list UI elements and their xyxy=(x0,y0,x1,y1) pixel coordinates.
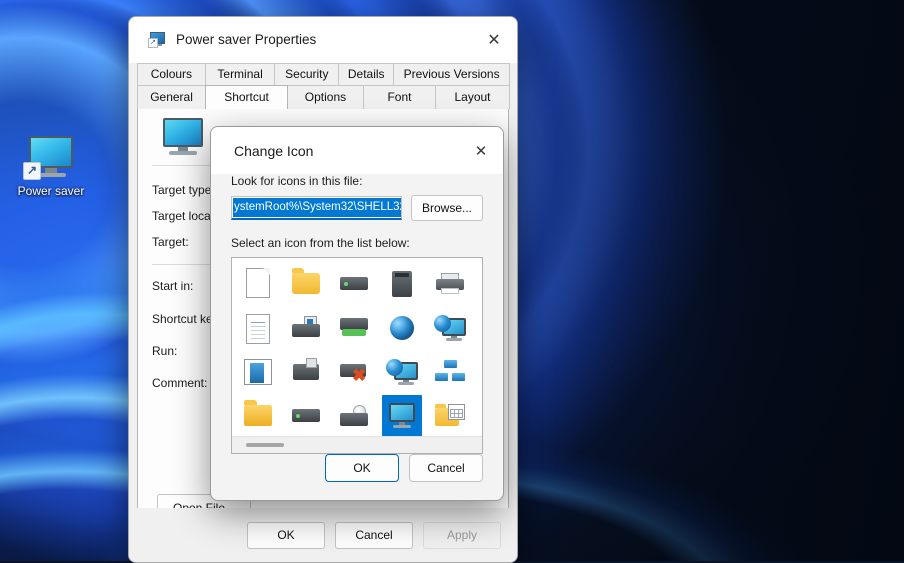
tab-colours[interactable]: Colours xyxy=(137,63,206,85)
tab-font[interactable]: Font xyxy=(362,85,436,109)
icon-path-value: ystemRoot%\System32\SHELL32.dll xyxy=(233,198,401,217)
tab-previous-versions[interactable]: Previous Versions xyxy=(393,63,510,85)
drive-error-icon[interactable]: ✖ xyxy=(336,352,372,392)
drive-green-icon[interactable] xyxy=(336,308,372,348)
monitor-shortcut-icon: ↗ xyxy=(23,136,77,180)
change-icon-cancel-button[interactable]: Cancel xyxy=(409,454,483,482)
label-target-type: Target type: xyxy=(152,183,215,197)
recent-document-icon[interactable] xyxy=(480,264,482,304)
browse-button[interactable]: Browse... xyxy=(411,195,483,221)
scrollbar-thumb[interactable] xyxy=(246,443,284,447)
shortcut-arrow-overlay-icon: ↗ xyxy=(23,162,41,180)
tab-terminal[interactable]: Terminal xyxy=(204,63,276,85)
floppy-drive-icon[interactable] xyxy=(288,352,324,392)
tab-security[interactable]: Security xyxy=(274,63,340,85)
desktop-shortcut-label: Power saver xyxy=(17,184,85,198)
monitor-icon-selected[interactable] xyxy=(382,395,422,437)
scheduled-tasks-icon[interactable] xyxy=(432,396,468,436)
tab-row-1: Colours Terminal Security Details Previo… xyxy=(137,63,510,85)
tab-layout[interactable]: Layout xyxy=(435,85,510,109)
help-icon[interactable]: ? xyxy=(480,396,482,436)
change-icon-title: Change Icon xyxy=(234,142,314,159)
folder-icon[interactable] xyxy=(288,264,324,304)
icon-row: ↗ xyxy=(234,262,482,306)
open-folder-icon[interactable] xyxy=(240,396,276,436)
change-icon-button-bar: OK Cancel xyxy=(325,454,483,482)
icon-list-box[interactable]: ↗ ↗ ✖ xyxy=(231,257,483,454)
icon-path-input[interactable]: ystemRoot%\System32\SHELL32.dll xyxy=(231,196,402,220)
icon-row: ? xyxy=(234,394,482,438)
properties-button-bar: OK Cancel Apply xyxy=(129,508,517,562)
change-icon-close-button[interactable]: ✕ xyxy=(459,127,503,174)
shortcut-preview-icon xyxy=(160,118,206,158)
tab-options[interactable]: Options xyxy=(286,85,364,109)
network-drive-icon[interactable] xyxy=(288,308,324,348)
label-start-in: Start in: xyxy=(152,279,194,293)
label-run: Run: xyxy=(152,344,178,358)
network-nodes-icon[interactable] xyxy=(432,352,468,392)
tab-shortcut[interactable]: Shortcut xyxy=(205,85,288,109)
blank-document-icon[interactable] xyxy=(240,264,276,304)
change-icon-body: Look for icons in this file: ystemRoot%\… xyxy=(211,174,503,454)
label-comment: Comment: xyxy=(152,376,208,390)
properties-ok-button[interactable]: OK xyxy=(247,521,325,549)
properties-window-title: Power saver Properties xyxy=(176,32,317,47)
change-icon-dialog: Change Icon ✕ Look for icons in this fil… xyxy=(210,126,504,501)
cd-drive-icon[interactable] xyxy=(336,396,372,436)
removable-drive-icon[interactable] xyxy=(384,264,420,304)
hard-drive-icon[interactable] xyxy=(336,264,372,304)
globe-icon[interactable] xyxy=(384,308,420,348)
label-target: Target: xyxy=(152,235,189,249)
icon-list-label: Select an icon from the list below: xyxy=(231,236,410,250)
icon-row: ↗ xyxy=(234,306,482,350)
properties-close-button[interactable]: ✕ xyxy=(471,17,517,62)
tab-general[interactable]: General xyxy=(137,85,207,109)
properties-title-bar[interactable]: ↗ Power saver Properties ✕ xyxy=(129,17,517,63)
change-icon-ok-button[interactable]: OK xyxy=(325,454,399,482)
change-icon-title-bar[interactable]: Change Icon ✕ xyxy=(211,127,503,174)
path-row: ystemRoot%\System32\SHELL32.dll Browse..… xyxy=(231,195,483,221)
properties-title-icon: ↗ xyxy=(148,32,166,48)
performance-monitor-icon[interactable] xyxy=(480,308,482,348)
properties-cancel-button[interactable]: Cancel xyxy=(335,521,413,549)
icon-grid: ↗ ↗ ✖ xyxy=(232,258,482,437)
icon-list-horizontal-scrollbar[interactable] xyxy=(232,436,482,453)
properties-apply-button: Apply xyxy=(423,521,501,549)
hard-drive-2-icon[interactable] xyxy=(288,396,324,436)
printer-icon[interactable] xyxy=(432,264,468,304)
text-document-icon[interactable] xyxy=(240,308,276,348)
path-field-label: Look for icons in this file: xyxy=(231,174,363,188)
window-explorer-icon[interactable] xyxy=(240,352,276,392)
icon-row: ✖ xyxy=(234,350,482,394)
tab-details[interactable]: Details xyxy=(338,63,395,85)
properties-tab-strip: Colours Terminal Security Details Previo… xyxy=(129,63,517,109)
desktop-shortcut-power-saver[interactable]: ↗ Power saver xyxy=(12,136,90,198)
network-computer-2-icon[interactable] xyxy=(384,352,420,392)
tab-row-2: General Shortcut Options Font Layout xyxy=(137,85,510,109)
magnifier-icon[interactable] xyxy=(480,352,482,392)
network-computer-icon[interactable] xyxy=(432,308,468,348)
